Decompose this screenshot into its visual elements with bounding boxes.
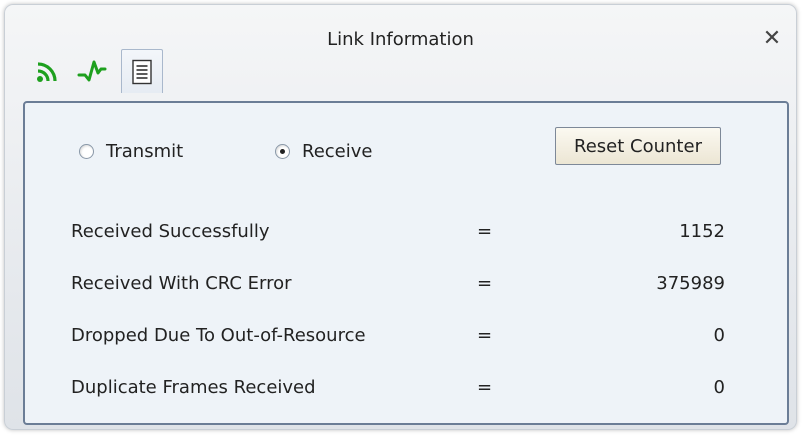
tab-signal[interactable] xyxy=(27,49,69,93)
reset-counter-button[interactable]: Reset Counter xyxy=(555,127,721,165)
link-quality-wave-icon xyxy=(77,58,107,84)
stat-row: Received With CRC Error = 375989 xyxy=(25,273,787,299)
transmit-radio[interactable]: Transmit xyxy=(79,141,183,162)
receive-radio-label: Receive xyxy=(302,141,373,162)
document-list-icon xyxy=(131,59,153,85)
stat-equals: = xyxy=(477,377,493,398)
stat-value: 0 xyxy=(713,325,725,346)
statistics-panel: Transmit Receive Reset Counter Received … xyxy=(23,101,789,425)
transmit-radio-circle[interactable] xyxy=(79,144,94,159)
stat-equals: = xyxy=(477,325,493,346)
receive-radio[interactable]: Receive xyxy=(275,141,372,162)
tab-link-quality[interactable] xyxy=(71,49,113,93)
stat-row: Duplicate Frames Received = 0 xyxy=(25,377,787,403)
stat-row: Received Successfully = 1152 xyxy=(25,221,787,247)
window-title: Link Information xyxy=(327,29,474,50)
receive-radio-circle[interactable] xyxy=(275,144,290,159)
stat-label: Received Successfully xyxy=(71,221,270,242)
stat-label: Received With CRC Error xyxy=(71,273,292,294)
transmit-radio-label: Transmit xyxy=(106,141,184,162)
stat-label: Dropped Due To Out-of-Resource xyxy=(71,325,366,346)
link-information-window: Link Information ✕ Transmit Receive Rese… xyxy=(4,4,797,430)
stat-value: 0 xyxy=(713,377,725,398)
stat-value: 1152 xyxy=(679,221,725,242)
signal-strength-icon xyxy=(35,58,61,84)
tab-statistics[interactable] xyxy=(121,49,163,93)
stat-row: Dropped Due To Out-of-Resource = 0 xyxy=(25,325,787,351)
stat-equals: = xyxy=(477,273,493,294)
close-icon[interactable]: ✕ xyxy=(760,27,784,51)
stat-label: Duplicate Frames Received xyxy=(71,377,316,398)
stat-value: 375989 xyxy=(656,273,725,294)
stat-equals: = xyxy=(477,221,493,242)
